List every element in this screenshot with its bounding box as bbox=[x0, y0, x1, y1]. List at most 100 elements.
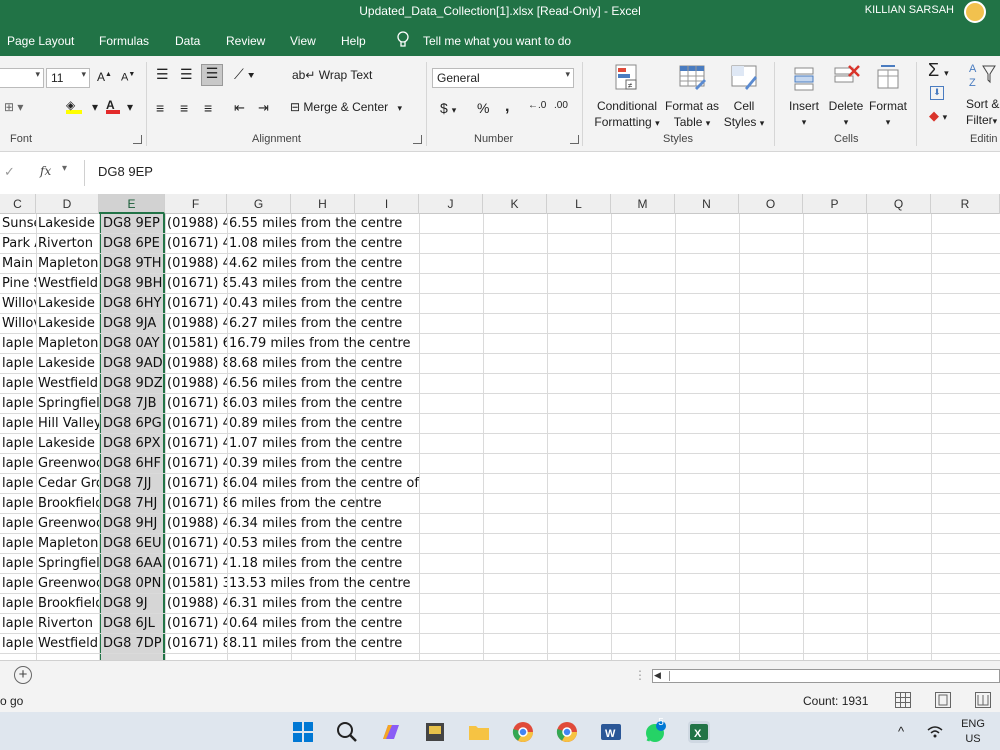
number-format-dropdown[interactable]: General ▾ bbox=[432, 68, 574, 88]
cell-f[interactable]: (01671) 40 bbox=[165, 414, 227, 434]
cell-f[interactable]: (01988) 40 bbox=[165, 514, 227, 534]
font-size-dropdown[interactable]: 11 ▾ bbox=[46, 68, 90, 88]
cell-g[interactable]: 8.68 miles from the centre bbox=[227, 354, 527, 374]
app-icon[interactable] bbox=[424, 721, 446, 743]
cell-e[interactable]: DG8 6PG bbox=[101, 414, 163, 434]
cell-g[interactable]: 5.43 miles from the centre bbox=[227, 274, 527, 294]
add-sheet-icon[interactable]: + bbox=[14, 666, 32, 684]
font-color-dropdown[interactable]: ▾ bbox=[127, 100, 133, 114]
cell-e[interactable]: DG8 6HF bbox=[101, 454, 163, 474]
cell-g[interactable]: 6.34 miles from the centre bbox=[227, 514, 527, 534]
cell-c[interactable]: laple , bbox=[0, 594, 36, 614]
cell-f[interactable]: (01671) 82 bbox=[165, 394, 227, 414]
cell-e[interactable]: DG8 0PN bbox=[101, 574, 163, 594]
tab-review[interactable]: Review bbox=[226, 34, 265, 48]
cell-c[interactable]: laple , bbox=[0, 474, 36, 494]
cell-e[interactable]: DG8 7JJ bbox=[101, 474, 163, 494]
cell-g[interactable]: 4.62 miles from the centre bbox=[227, 254, 527, 274]
cell-c[interactable]: laple , bbox=[0, 634, 36, 654]
cell-d[interactable]: Riverton bbox=[36, 614, 99, 634]
currency-button[interactable]: $ ▾ bbox=[440, 100, 456, 116]
cell-d[interactable]: Greenwoo bbox=[36, 454, 99, 474]
column-header-j[interactable]: J bbox=[419, 194, 483, 214]
cell-e[interactable]: DG8 9BH bbox=[101, 274, 163, 294]
tab-formulas[interactable]: Formulas bbox=[99, 34, 149, 48]
cell-c[interactable]: laple , bbox=[0, 574, 36, 594]
align-top-button[interactable]: ☰ bbox=[156, 66, 169, 83]
percent-button[interactable]: % bbox=[477, 100, 489, 116]
cell-f[interactable]: (01671) 40 bbox=[165, 294, 227, 314]
cell-f[interactable]: (01671) 82 bbox=[165, 494, 227, 514]
cell-f[interactable]: (01581) 30 bbox=[165, 574, 227, 594]
count-indicator[interactable]: Count: 1931 bbox=[803, 694, 868, 708]
horizontal-scrollbar[interactable]: ◀ bbox=[652, 669, 1000, 683]
cell-g[interactable]: 6.31 miles from the centre bbox=[227, 594, 527, 614]
cell-d[interactable]: Lakeside bbox=[36, 314, 99, 334]
cell-c[interactable]: laple , bbox=[0, 434, 36, 454]
column-header-c[interactable]: C bbox=[0, 194, 36, 214]
column-header-o[interactable]: O bbox=[739, 194, 803, 214]
column-header-n[interactable]: N bbox=[675, 194, 739, 214]
format-button[interactable]: Format ▾ bbox=[868, 62, 908, 130]
cell-g[interactable]: 6.56 miles from the centre bbox=[227, 374, 527, 394]
cell-d[interactable]: Greenwoo bbox=[36, 574, 99, 594]
word-icon[interactable]: W bbox=[600, 721, 622, 743]
align-bottom-button[interactable]: ☰ bbox=[201, 64, 223, 86]
insert-function-icon[interactable]: fx bbox=[40, 164, 51, 178]
cell-d[interactable]: Westfield bbox=[36, 274, 99, 294]
cell-f[interactable]: (01671) 40 bbox=[165, 454, 227, 474]
copilot-icon[interactable] bbox=[380, 721, 402, 743]
cell-e[interactable]: DG8 7DP bbox=[101, 634, 163, 654]
cell-d[interactable]: Brookfielc bbox=[36, 594, 99, 614]
lightbulb-icon[interactable] bbox=[396, 31, 410, 49]
splitter-handle[interactable]: ⋮ bbox=[634, 668, 646, 682]
column-header-e[interactable]: E bbox=[99, 194, 165, 214]
formula-input[interactable]: DG8 9EP bbox=[98, 164, 153, 179]
cell-f[interactable]: (01988) 40 bbox=[165, 314, 227, 334]
windows-start-icon[interactable] bbox=[292, 721, 314, 743]
decrease-indent-button[interactable]: ⇤ bbox=[234, 100, 245, 116]
cell-d[interactable]: Mapleton bbox=[36, 254, 99, 274]
cell-c[interactable]: laple , bbox=[0, 614, 36, 634]
merge-center-button[interactable]: ⊟ Merge & Center ▾ bbox=[290, 100, 402, 114]
cell-g[interactable]: 0.53 miles from the centre bbox=[227, 534, 527, 554]
increase-indent-button[interactable]: ⇥ bbox=[258, 100, 269, 116]
cell-g[interactable]: 0.39 miles from the centre bbox=[227, 454, 527, 474]
cell-g[interactable]: 6.55 miles from the centre bbox=[227, 214, 527, 234]
cell-c[interactable]: laple , bbox=[0, 514, 36, 534]
alignment-dialog-launcher[interactable] bbox=[413, 135, 422, 144]
cell-c[interactable]: Park A bbox=[0, 234, 36, 254]
cell-d[interactable]: Lakeside bbox=[36, 354, 99, 374]
normal-view-button[interactable] bbox=[895, 692, 911, 708]
cell-f[interactable]: (01988) 84 bbox=[165, 354, 227, 374]
column-header-f[interactable]: F bbox=[165, 194, 227, 214]
cell-d[interactable]: Brookfielc bbox=[36, 494, 99, 514]
tab-data[interactable]: Data bbox=[175, 34, 200, 48]
cell-f[interactable]: (01581) 60 bbox=[165, 334, 227, 354]
cell-f[interactable]: (01671) 40 bbox=[165, 234, 227, 254]
cell-c[interactable]: laple , bbox=[0, 374, 36, 394]
align-right-button[interactable]: ≡ bbox=[204, 100, 212, 116]
orientation-button[interactable]: ⟋ ▾ bbox=[234, 66, 255, 83]
scroll-left-icon[interactable]: ◀ bbox=[654, 670, 661, 681]
cell-e[interactable]: DG8 6PE bbox=[101, 234, 163, 254]
avatar[interactable] bbox=[964, 1, 986, 23]
delete-button[interactable]: Delete ▾ bbox=[826, 62, 866, 130]
cell-e[interactable]: DG8 9DZ bbox=[101, 374, 163, 394]
cell-d[interactable]: Lakeside bbox=[36, 434, 99, 454]
cell-c[interactable]: Willov bbox=[0, 314, 36, 334]
cell-f[interactable]: (01988) 40 bbox=[165, 214, 227, 234]
font-dialog-launcher[interactable] bbox=[133, 135, 142, 144]
cell-f[interactable]: (01671) 82 bbox=[165, 634, 227, 654]
column-header-d[interactable]: D bbox=[36, 194, 99, 214]
number-dialog-launcher[interactable] bbox=[570, 135, 579, 144]
tab-page-layout[interactable]: Page Layout bbox=[7, 34, 74, 48]
cell-e[interactable]: DG8 7JB bbox=[101, 394, 163, 414]
cell-d[interactable]: Mapleton bbox=[36, 534, 99, 554]
fill-down-button[interactable]: ⬇ bbox=[930, 86, 944, 100]
cell-g[interactable]: 0.64 miles from the centre bbox=[227, 614, 527, 634]
wrap-text-button[interactable]: ab↵ Wrap Text bbox=[292, 68, 372, 82]
column-header-p[interactable]: P bbox=[803, 194, 867, 214]
decrease-font-button[interactable]: A▼ bbox=[121, 71, 135, 84]
cell-g[interactable]: 16.79 miles from the centre bbox=[227, 334, 527, 354]
